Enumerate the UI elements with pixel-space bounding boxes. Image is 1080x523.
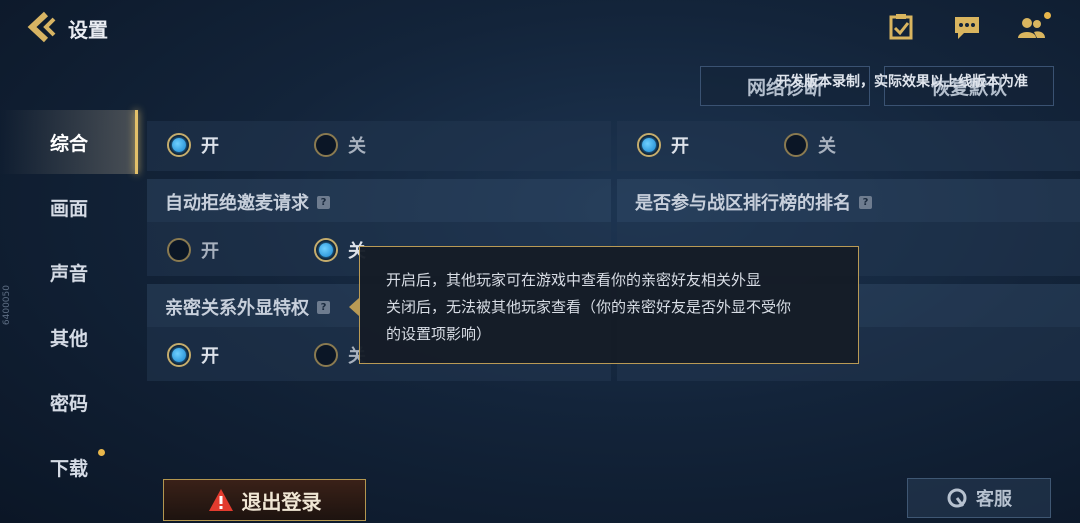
sidebar-item-general[interactable]: 综合 xyxy=(0,110,138,174)
radio-selected[interactable] xyxy=(167,343,191,367)
help-icon[interactable]: ? xyxy=(317,195,330,209)
dev-version-note: 开发版本录制，实际效果以上线版本为准 xyxy=(776,74,1028,90)
sidebar-item-download[interactable]: 下载 xyxy=(0,435,138,499)
sidebar-code: 6400050 xyxy=(2,285,12,326)
sidebar-item-sound[interactable]: 声音 xyxy=(0,240,138,304)
sidebar-item-password[interactable]: 密码 xyxy=(0,370,138,434)
tooltip-arrow xyxy=(349,298,359,316)
row1-right-off-option[interactable]: 关 xyxy=(784,132,836,158)
radio-unselected[interactable] xyxy=(314,343,338,367)
radio-unselected[interactable] xyxy=(784,133,808,157)
customer-service-button[interactable]: 客服 xyxy=(907,478,1051,518)
radio-selected[interactable] xyxy=(167,133,191,157)
download-notification-dot xyxy=(98,449,105,456)
logout-button[interactable]: 退出登录 xyxy=(163,479,366,521)
sidebar-item-graphics[interactable]: 画面 xyxy=(0,175,138,239)
intimacy-tooltip: 开启后，其他玩家可在游戏中查看你的亲密好友相关外显 关闭后，无法被其他玩家查看（… xyxy=(359,246,859,364)
reject-mic-on-option[interactable]: 开 xyxy=(167,237,219,263)
clipboard-check-icon[interactable] xyxy=(886,12,916,42)
intimacy-title: 亲密关系外显特权? xyxy=(165,294,330,320)
row1-right-on-option[interactable]: 开 xyxy=(637,132,689,158)
ranking-title: 是否参与战区排行榜的排名? xyxy=(635,189,872,215)
help-icon[interactable]: ? xyxy=(859,195,872,209)
chat-icon[interactable] xyxy=(952,12,982,42)
tooltip-line: 关闭后，无法被其他玩家查看（你的亲密好友是否外显不受你 xyxy=(386,298,792,316)
help-icon[interactable]: ? xyxy=(317,300,330,314)
radio-unselected[interactable] xyxy=(167,238,191,262)
friends-icon[interactable] xyxy=(1016,12,1046,42)
back-arrow-icon[interactable] xyxy=(26,10,60,44)
reject-mic-title: 自动拒绝邀麦请求? xyxy=(165,189,330,215)
radio-selected[interactable] xyxy=(637,133,661,157)
tooltip-line: 的设置项影响） xyxy=(386,325,492,343)
warning-icon xyxy=(208,489,233,511)
tooltip-line: 开启后，其他玩家可在游戏中查看你的亲密好友相关外显 xyxy=(386,271,762,289)
headset-icon xyxy=(947,488,967,508)
sidebar-item-other[interactable]: 其他 xyxy=(0,305,138,369)
intimacy-on-option[interactable]: 开 xyxy=(167,342,219,368)
radio-unselected[interactable] xyxy=(314,133,338,157)
row1-left-on-option[interactable]: 开 xyxy=(167,132,219,158)
page-title: 设置 xyxy=(68,18,108,42)
notification-dot xyxy=(1044,12,1051,19)
row1-left-off-option[interactable]: 关 xyxy=(314,132,366,158)
radio-selected[interactable] xyxy=(314,238,338,262)
